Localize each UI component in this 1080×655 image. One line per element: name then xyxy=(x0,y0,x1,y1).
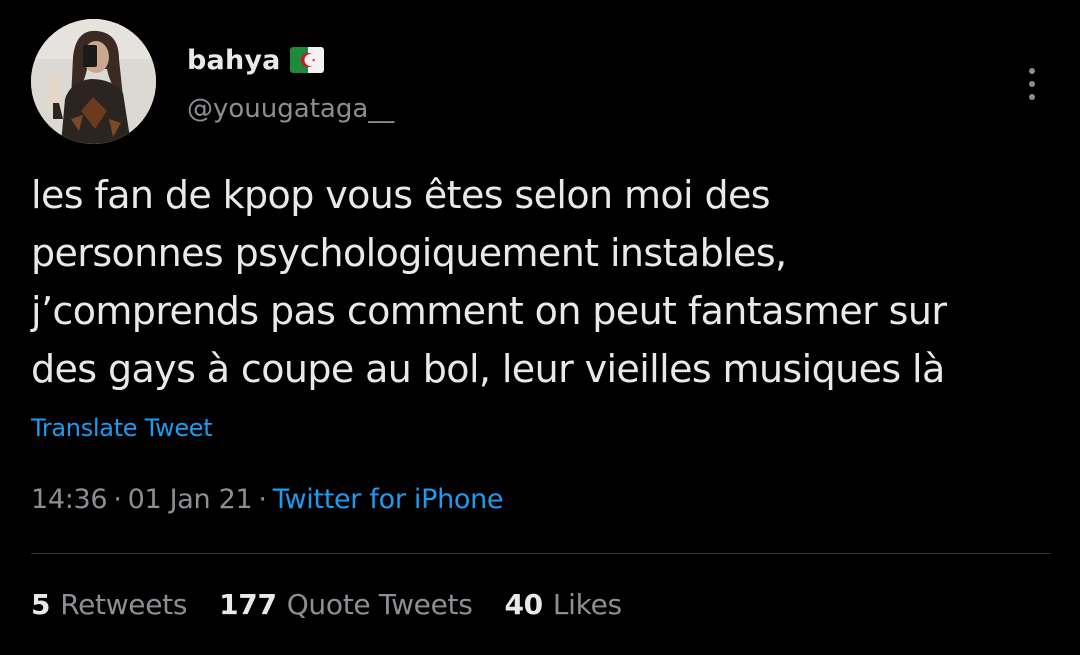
retweets-count: 5 xyxy=(31,588,51,621)
tweet-date: 01 Jan 21 xyxy=(127,484,253,515)
more-dot xyxy=(1029,81,1035,87)
tweet-metadata: 14:36 · 01 Jan 21 · Twitter for iPhone xyxy=(31,484,504,515)
author-handle[interactable]: @youugataga__ xyxy=(187,94,394,124)
retweets-label: Retweets xyxy=(60,588,188,621)
retweets-stat[interactable]: 5 Retweets xyxy=(31,588,187,621)
tweet-text: les fan de kpop vous êtes selon moi des … xyxy=(31,173,947,391)
quote-tweets-stat[interactable]: 177 Quote Tweets xyxy=(219,588,473,621)
meta-separator: · xyxy=(258,484,267,515)
quote-tweets-count: 177 xyxy=(219,588,277,621)
divider xyxy=(31,553,1051,554)
more-dot xyxy=(1029,94,1035,100)
display-name[interactable]: bahya xyxy=(187,45,281,76)
likes-count: 40 xyxy=(504,588,544,621)
quote-tweets-label: Quote Tweets xyxy=(286,588,473,621)
author-name-row: bahya xyxy=(187,40,324,80)
more-dot xyxy=(1029,68,1035,74)
avatar[interactable] xyxy=(31,19,156,144)
profile-photo-icon xyxy=(31,19,156,144)
translate-tweet-link[interactable]: Translate Tweet xyxy=(31,414,213,442)
likes-stat[interactable]: 40 Likes xyxy=(504,588,623,621)
tweet-time: 14:36 xyxy=(31,484,108,515)
more-options-icon[interactable] xyxy=(1016,64,1048,104)
likes-label: Likes xyxy=(552,588,622,621)
algeria-flag-icon xyxy=(289,47,324,73)
meta-separator: · xyxy=(113,484,122,515)
engagement-stats: 5 Retweets 177 Quote Tweets 40 Likes xyxy=(31,588,654,621)
tweet-source-link[interactable]: Twitter for iPhone xyxy=(273,484,504,515)
